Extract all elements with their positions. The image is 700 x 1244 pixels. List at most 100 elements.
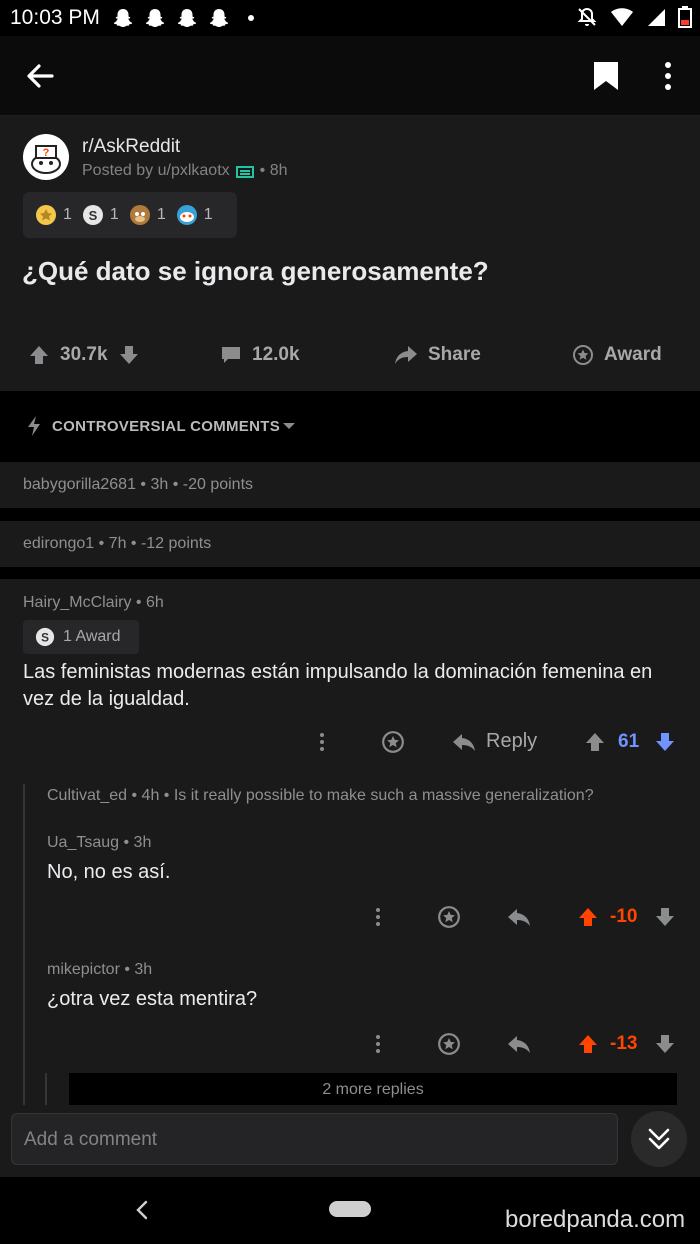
comments-button[interactable]: 12.0k <box>220 344 300 366</box>
status-time: 10:03 PM <box>10 6 100 29</box>
home-pill[interactable] <box>329 1201 371 1217</box>
reply-icon[interactable] <box>507 906 531 928</box>
post-title: ¿Qué dato se ignora generosamente? <box>22 256 489 286</box>
award-icon[interactable] <box>437 905 461 929</box>
downvote-icon[interactable] <box>654 906 676 928</box>
vote-group: 30.7k <box>28 344 140 366</box>
notification-icons <box>113 8 229 28</box>
reply-score: -13 <box>610 1033 638 1054</box>
comment-sort-bar[interactable]: CONTROVERSIAL COMMENTS <box>0 391 700 461</box>
collapsed-comment[interactable]: edirongo1 • 7h • -12 points <box>0 521 700 567</box>
svg-text:S: S <box>41 631 49 645</box>
upvote-icon[interactable] <box>28 344 50 366</box>
silver-award-icon: S <box>35 627 55 647</box>
more-options-icon[interactable] <box>313 731 331 753</box>
comment-award-label: 1 Award <box>63 628 121 645</box>
award-count: 1 <box>63 206 72 223</box>
snoo-award-icon <box>176 205 197 225</box>
award-item: S 1 <box>82 204 119 226</box>
more-notifications-dot <box>248 15 254 21</box>
signal-icon <box>648 9 665 26</box>
battery-icon <box>678 6 692 28</box>
reply-label: Reply <box>486 730 538 752</box>
reply-meta[interactable]: mikepictor • 3h <box>47 961 152 979</box>
sort-label: CONTROVERSIAL COMMENTS <box>52 418 280 435</box>
post-actions: 30.7k 12.0k Share Award <box>0 338 700 378</box>
more-replies-button[interactable]: 2 more replies <box>69 1073 677 1105</box>
upvote-icon[interactable] <box>577 906 599 928</box>
gold-award-icon <box>36 205 56 225</box>
chevron-down-icon <box>283 423 295 429</box>
next-comment-button[interactable] <box>631 1111 687 1167</box>
watermark: boredpanda.com <box>505 1206 686 1233</box>
snapchat-icon <box>177 9 197 27</box>
comment-meta[interactable]: Hairy_McClairy • 6h <box>23 594 164 612</box>
wifi-icon <box>611 8 633 26</box>
snapchat-icon <box>113 9 133 27</box>
share-button[interactable]: Share <box>394 344 481 366</box>
post-author[interactable]: Posted by u/pxlkaotx <box>82 162 230 180</box>
comment-meta: edirongo1 • 7h • -12 points <box>23 535 212 552</box>
svg-text:S: S <box>89 208 98 223</box>
svg-text:?: ? <box>43 147 50 159</box>
snapchat-icon <box>145 9 165 27</box>
bookmark-icon[interactable] <box>592 60 620 92</box>
award-count: 1 <box>156 206 166 223</box>
reply-button[interactable]: Reply <box>452 730 537 753</box>
post-card: ? r/AskReddit Posted by u/pxlkaotx • 8h … <box>0 116 700 391</box>
collapsed-comment[interactable]: babygorilla2681 • 3h • -20 points <box>0 462 700 508</box>
award-count: 1 <box>109 206 119 223</box>
upvote-icon[interactable] <box>577 1033 599 1055</box>
reply-score: -10 <box>610 906 638 927</box>
upvote-icon[interactable] <box>584 731 606 753</box>
comment-body: Las feministas modernas están impulsando… <box>23 661 653 710</box>
award-button[interactable]: Award <box>572 344 662 366</box>
bell-off-icon <box>577 7 597 26</box>
reply-icon <box>453 733 475 751</box>
nav-back-icon[interactable] <box>132 1197 152 1223</box>
downvote-icon[interactable] <box>654 1033 676 1055</box>
silver-award-icon: S <box>82 205 103 225</box>
back-arrow-icon[interactable] <box>22 58 58 94</box>
award-icon <box>573 345 593 365</box>
post-score: 30.7k <box>60 344 108 365</box>
thread-line[interactable] <box>45 1073 47 1105</box>
double-chevron-down-icon <box>648 1128 670 1150</box>
post-awards[interactable]: 1 S 1 1 1 <box>23 192 237 238</box>
comment-meta: babygorilla2681 • 3h • -20 points <box>23 476 254 493</box>
share-icon <box>395 346 417 364</box>
status-bar: 10:03 PM <box>0 0 700 36</box>
award-item: 1 <box>35 204 72 226</box>
more-options-icon[interactable] <box>369 906 387 928</box>
award-label: Award <box>604 344 662 365</box>
lightning-icon <box>28 416 40 436</box>
thread-line[interactable] <box>23 784 25 1105</box>
downvote-icon[interactable] <box>654 731 676 753</box>
comment-award-badge[interactable]: S 1 Award <box>23 620 139 654</box>
collapsed-reply-meta[interactable]: Cultivat_ed • 4h • Is it really possible… <box>47 787 594 805</box>
subreddit-name[interactable]: r/AskReddit <box>82 136 180 158</box>
status-icons <box>576 6 692 28</box>
comment-composer: Add a comment <box>0 1105 700 1177</box>
award-item: 1 <box>129 204 166 226</box>
downvote-icon[interactable] <box>118 344 140 366</box>
reply-icon[interactable] <box>507 1033 531 1055</box>
comment-count: 12.0k <box>252 344 300 365</box>
reply-body: ¿otra vez esta mentira? <box>47 988 258 1010</box>
add-comment-input[interactable]: Add a comment <box>11 1113 618 1165</box>
share-label: Share <box>428 344 481 365</box>
award-icon[interactable] <box>437 1032 461 1056</box>
comment-score: 61 <box>618 731 640 752</box>
comment-thread: Hairy_McClairy • 6h S 1 Award Las femini… <box>0 579 700 1105</box>
reply-body: No, no es así. <box>47 861 171 883</box>
more-options-icon[interactable] <box>656 60 680 92</box>
reply-meta[interactable]: Ua_Tsaug • 3h <box>47 834 151 852</box>
award-icon[interactable] <box>381 730 405 754</box>
snapchat-icon <box>209 9 229 27</box>
post-author-line: Posted by u/pxlkaotx • 8h <box>82 162 287 180</box>
post-age: • 8h <box>259 162 288 179</box>
more-options-icon[interactable] <box>369 1033 387 1055</box>
app-bar <box>0 36 700 116</box>
system-nav-bar: boredpanda.com <box>0 1177 700 1244</box>
subreddit-avatar[interactable]: ? <box>23 134 69 180</box>
